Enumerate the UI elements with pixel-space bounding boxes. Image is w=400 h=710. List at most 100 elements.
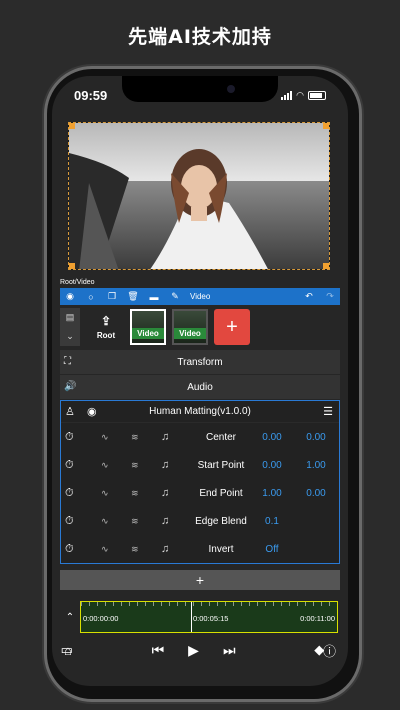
toolbar-label: Video: [190, 292, 211, 301]
copy-icon[interactable]: ❐: [106, 291, 118, 303]
wave-icon[interactable]: ≋: [131, 488, 139, 499]
timeline-end-time: 0:00:11:00: [300, 614, 335, 623]
root-clip-button[interactable]: ⇪ Root: [88, 309, 124, 345]
param-label: Center: [205, 431, 236, 443]
music-note-icon[interactable]: ♫: [161, 459, 169, 471]
transform-label: Transform: [177, 356, 223, 368]
param-label: End Point: [199, 487, 243, 499]
resize-handle-top-right[interactable]: [323, 123, 329, 129]
param-row: ⏱ ∿ ≋ ♫ Center 0.00 0.00: [61, 423, 339, 451]
matting-header: ♙ ◉ Human Matting(v1.0.0) ☰: [61, 401, 339, 423]
music-note-icon[interactable]: ♫: [161, 487, 169, 499]
camera-dot: [227, 85, 235, 93]
resize-handle-top-left[interactable]: [69, 123, 75, 129]
clip-strip: ▤ ⌄ ⇪ Root Video Video +: [60, 308, 340, 346]
timeline: ⌃ 0:00:00:00 0:00:05:15 0:00:11:00: [60, 600, 340, 634]
add-clip-button[interactable]: +: [214, 309, 250, 345]
promo-title: 先端AI技术加持: [128, 26, 272, 48]
transform-icon: ⛶: [64, 356, 71, 367]
human-matting-panel: ♙ ◉ Human Matting(v1.0.0) ☰ ⏱ ∿ ≋ ♫ Cent…: [60, 400, 340, 564]
curve-icon[interactable]: ∿: [101, 516, 109, 527]
root-label: Root: [96, 331, 116, 340]
param-row: ⏱ ∿ ≋ ♫ Edge Blend 0.1: [61, 507, 339, 535]
playback-controls: ⏮ ▶ ⏭: [152, 642, 236, 659]
param-value-1[interactable]: 0.00: [257, 432, 287, 443]
chevron-down-icon[interactable]: ⌄: [66, 331, 74, 342]
video-clip-label: Video: [132, 328, 164, 339]
param-row: ⏱ ∿ ≋ ♫ Start Point 0.00 1.00: [61, 451, 339, 479]
bottom-bar: ⌂ ▭ ⏮ ▶ ⏭ ◆ ⓘ: [60, 638, 340, 662]
param-label: Invert: [208, 543, 234, 555]
wave-icon[interactable]: ≋: [131, 516, 139, 527]
notch: [122, 76, 278, 102]
param-value-1[interactable]: 1.00: [257, 488, 287, 499]
wave-icon[interactable]: ≋: [131, 432, 139, 443]
help-icon[interactable]: ⓘ: [323, 641, 336, 660]
signal-icon: [281, 91, 293, 100]
stopwatch-icon[interactable]: ⏱: [65, 431, 74, 444]
param-value-1[interactable]: 0.00: [257, 460, 287, 471]
music-note-icon[interactable]: ♫: [161, 515, 169, 527]
timeline-start-time: 0:00:00:00: [83, 614, 119, 623]
video-clip[interactable]: Video: [172, 309, 208, 345]
param-label: Start Point: [197, 459, 245, 471]
chevron-up-icon[interactable]: ⌃: [60, 612, 80, 623]
next-icon[interactable]: ⏭: [223, 642, 236, 659]
pen-icon[interactable]: ✎: [169, 291, 181, 303]
status-time: 09:59: [74, 88, 108, 103]
eye-icon[interactable]: ◉: [87, 405, 97, 418]
timeline-track[interactable]: 0:00:00:00 0:00:05:15 0:00:11:00: [80, 601, 338, 633]
redo-icon[interactable]: ↷: [324, 291, 336, 303]
preview-image: [69, 123, 329, 269]
param-value-2[interactable]: 1.00: [301, 460, 331, 471]
param-value-2[interactable]: 0.00: [301, 488, 331, 499]
audio-section[interactable]: 🔊 Audio: [60, 375, 340, 399]
param-row: ⏱ ∿ ≋ ♫ End Point 1.00 0.00: [61, 479, 339, 507]
folder-icon[interactable]: ▬: [148, 291, 160, 303]
wifi-icon: ◠: [296, 90, 304, 100]
undo-icon[interactable]: ↶: [303, 291, 315, 303]
resize-handle-bottom-left[interactable]: [69, 263, 75, 269]
person-icon[interactable]: ♙: [65, 405, 75, 418]
param-value-2[interactable]: 0.00: [301, 432, 331, 443]
music-note-icon[interactable]: ♫: [161, 431, 169, 443]
video-preview[interactable]: [68, 122, 330, 270]
eye-icon[interactable]: ◉: [64, 291, 76, 303]
transform-section[interactable]: ⛶ Transform: [60, 350, 340, 374]
curve-icon[interactable]: ∿: [101, 488, 109, 499]
stopwatch-icon[interactable]: ⏱: [65, 543, 74, 556]
param-value-1[interactable]: Off: [257, 544, 287, 555]
param-label: Edge Blend: [195, 515, 247, 527]
previous-icon[interactable]: ⏮: [152, 642, 165, 659]
menu-icon[interactable]: ☰: [323, 405, 333, 418]
resize-handle-bottom-right[interactable]: [323, 263, 329, 269]
chat-icon[interactable]: ▭: [61, 642, 73, 658]
param-row: ⏱ ∿ ≋ ♫ Invert Off: [61, 535, 339, 563]
music-note-icon[interactable]: ♫: [161, 543, 169, 555]
curve-icon[interactable]: ∿: [101, 544, 109, 555]
play-icon[interactable]: ▶: [188, 642, 199, 659]
curve-icon[interactable]: ∿: [101, 432, 109, 443]
app-screen: 09:59 ◠ Root/Video ◉ ○ ❐ 🗑 ▬ ✎ Video ↶ ↷…: [52, 76, 348, 686]
video-clip-selected[interactable]: Video: [130, 309, 166, 345]
list-icon[interactable]: ▤: [66, 312, 75, 323]
status-icons: ◠: [281, 90, 326, 101]
video-clip-label: Video: [174, 328, 206, 339]
param-value-1[interactable]: 0.1: [257, 516, 287, 527]
edit-toolbar: ◉ ○ ❐ 🗑 ▬ ✎ Video ↶ ↷: [60, 288, 340, 305]
wave-icon[interactable]: ≋: [131, 460, 139, 471]
trash-icon[interactable]: 🗑: [127, 291, 139, 303]
matting-title: Human Matting(v1.0.0): [149, 406, 251, 417]
clip-side-panel[interactable]: ▤ ⌄: [60, 308, 80, 346]
curve-icon[interactable]: ∿: [101, 460, 109, 471]
wave-icon[interactable]: ≋: [131, 544, 139, 555]
battery-icon: [308, 91, 326, 100]
playhead[interactable]: [191, 602, 192, 632]
stopwatch-icon[interactable]: ⏱: [65, 515, 74, 528]
add-effect-button[interactable]: +: [60, 570, 340, 590]
circle-icon[interactable]: ○: [85, 291, 97, 303]
upload-icon: ⇪: [100, 314, 112, 328]
audio-label: Audio: [187, 381, 213, 393]
stopwatch-icon[interactable]: ⏱: [65, 487, 74, 500]
stopwatch-icon[interactable]: ⏱: [65, 459, 74, 472]
